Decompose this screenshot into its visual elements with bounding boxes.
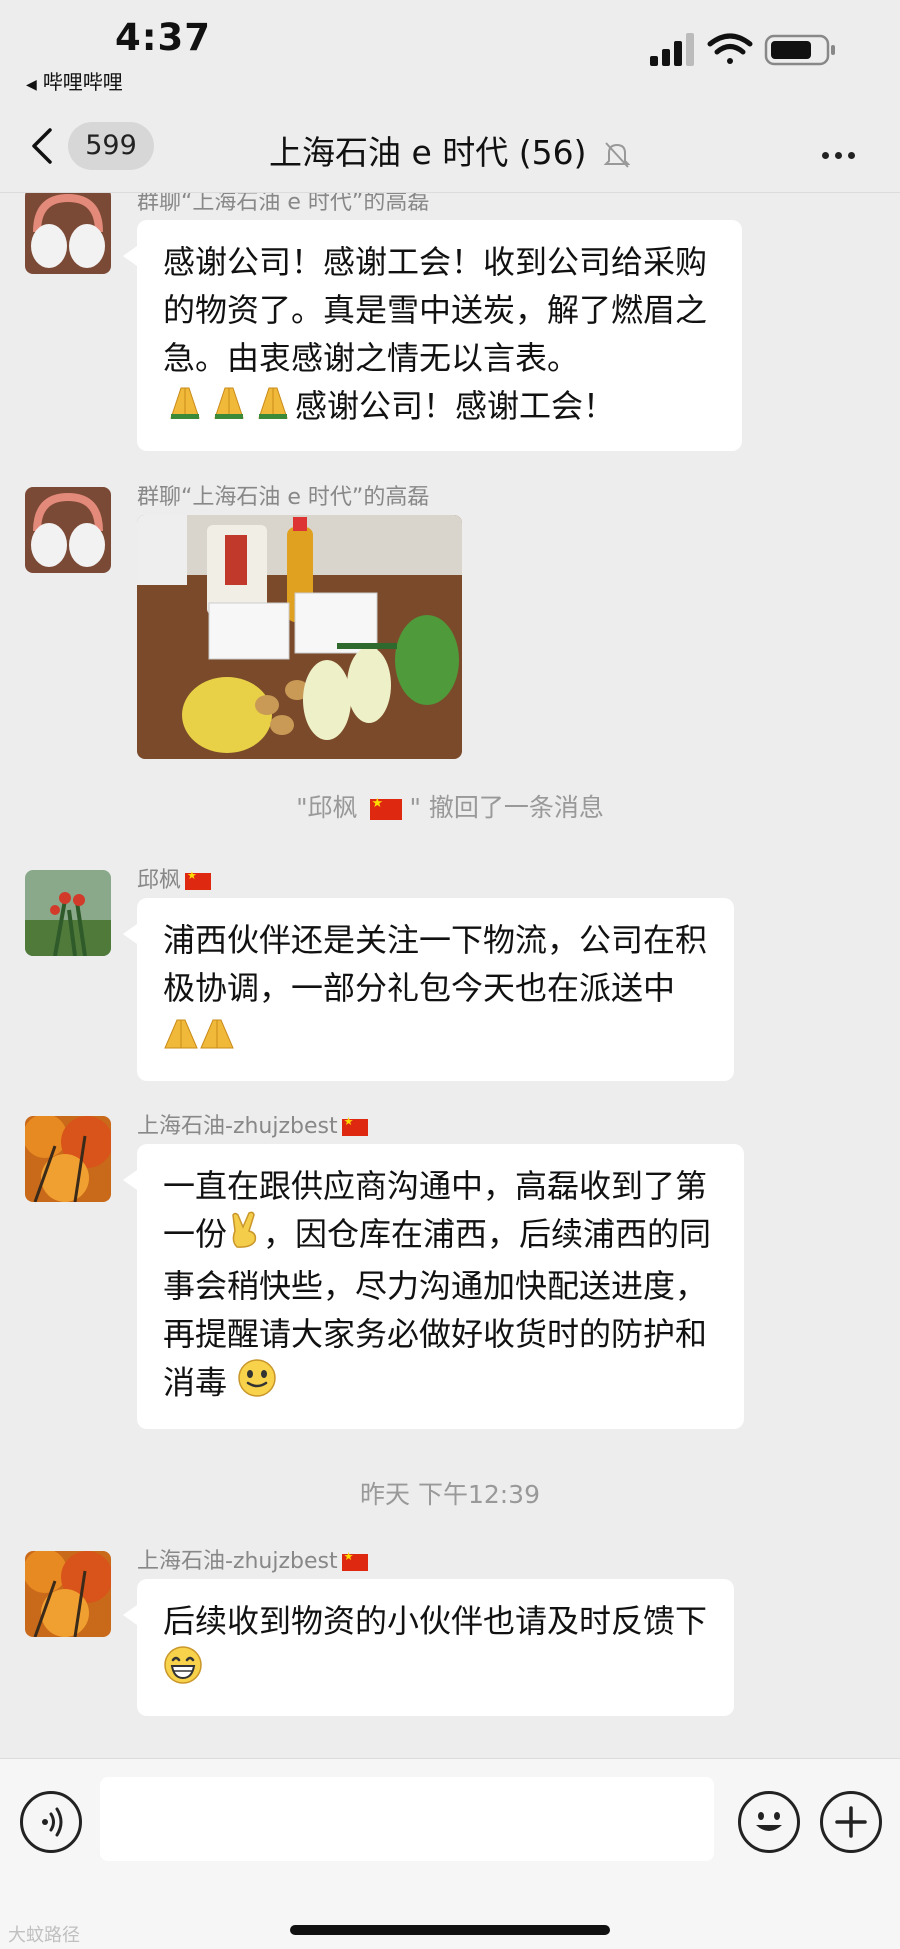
sender-name-row: 邱枫 [137, 862, 212, 894]
home-indicator[interactable] [290, 1925, 610, 1935]
china-flag-icon [341, 1115, 368, 1136]
autumn-tree-avatar-image [25, 1551, 111, 1637]
signal-icon [650, 33, 694, 66]
china-flag-icon [185, 869, 212, 890]
avatar-qiufeng[interactable] [25, 870, 111, 956]
chat-title-row: 上海石油 e 时代 (56) [0, 126, 900, 174]
avatar-gaolei[interactable] [25, 193, 111, 274]
avatar-gaolei[interactable] [25, 487, 111, 573]
china-flag-icon [341, 1550, 368, 1571]
wifi-icon [707, 33, 753, 64]
grinning-emoji-icon [163, 1645, 203, 1698]
watermark: 大蚊路径 [8, 1925, 80, 1946]
message-list[interactable]: 群聊“上海石油 e 时代”的高磊 感谢公司！感谢工会！收到公司给采购的物资了。真… [0, 193, 900, 1758]
system-status-icons [650, 33, 835, 66]
status-bar: 4:37 ◀ 哔哩哔哩 [0, 0, 900, 100]
message-bubble[interactable]: 一直在跟供应商沟通中，高磊收到了第一份 ，因仓库在浦西，后续浦西的同事会稍快些，… [123, 1144, 744, 1429]
message-bubble[interactable]: 感谢公司！感谢工会！收到公司给采购的物资了。真是雪中送炭，解了燃眉之急。由衷感谢… [123, 220, 742, 451]
message-text-tail: 感谢公司！感谢工会！ [295, 387, 616, 425]
sender-name: 上海石油-zhujzbest [137, 1549, 338, 1574]
chat-header: 599 上海石油 e 时代 (56) [0, 100, 900, 193]
sender-name: 群聊“上海石油 e 时代”的高磊 [137, 485, 430, 510]
recall-suffix: " 撤回了一条消息 [409, 793, 604, 822]
china-flag-icon [369, 796, 402, 820]
smiley-emoji-icon [237, 1358, 277, 1411]
sender-name-row: 上海石油-zhujzbest [137, 1108, 368, 1140]
more-options-icon[interactable] [822, 144, 862, 159]
voice-input-button[interactable] [20, 1791, 82, 1853]
smiley-face-icon [756, 1812, 782, 1831]
sender-name: 上海石油-zhujzbest [137, 1114, 338, 1139]
pray-hands-emoji-icon [163, 384, 295, 433]
plus-icon [835, 1806, 867, 1838]
sender-name: 邱枫 [137, 868, 182, 893]
groceries-photo[interactable] [137, 515, 462, 759]
avatar-zhujzbest[interactable] [25, 1551, 111, 1637]
autumn-tree-avatar-image [25, 1116, 111, 1202]
headphones-avatar-image [25, 193, 111, 274]
back-app-label: 哔哩哔哩 [42, 70, 123, 94]
battery-icon [764, 34, 835, 66]
message-text: 浦西伙伴还是关注一下物流，公司在积极协调，一部分礼包今天也在派送中 [163, 921, 708, 1007]
clock: 4:37 [115, 16, 212, 59]
sender-name-row: 上海石油-zhujzbest [137, 1543, 368, 1575]
message-bubble[interactable]: 后续收到物资的小伙伴也请及时反馈下 [123, 1579, 734, 1716]
message-bubble[interactable]: 浦西伙伴还是关注一下物流，公司在积极协调，一部分礼包今天也在派送中 [123, 898, 734, 1081]
sender-name: 群聊“上海石油 e 时代”的高磊 [137, 193, 430, 215]
back-to-app-link[interactable]: ◀ 哔哩哔哩 [26, 66, 123, 95]
emoji-button[interactable] [738, 1791, 800, 1853]
message-timestamp: 昨天 下午12:39 [360, 1480, 540, 1509]
recall-prefix: "邱枫 [296, 793, 358, 822]
pray-hands-emoji-icon [163, 1014, 235, 1063]
voice-icon [42, 1807, 63, 1837]
avatar-zhujzbest[interactable] [25, 1116, 111, 1202]
headphones-avatar-image [25, 487, 111, 573]
victory-hand-emoji-icon [227, 1211, 263, 1262]
recall-notice: "邱枫 " 撤回了一条消息 [0, 788, 900, 824]
more-functions-button[interactable] [820, 1791, 882, 1853]
flower-avatar-image [25, 870, 111, 956]
message-text: 感谢公司！感谢工会！收到公司给采购的物资了。真是雪中送炭，解了燃眉之急。由衷感谢… [163, 243, 708, 377]
message-input[interactable] [100, 1777, 714, 1861]
chat-title: 上海石油 e 时代 (56) [268, 133, 587, 172]
back-triangle-icon: ◀ [26, 77, 37, 93]
mute-bell-icon [603, 141, 631, 168]
message-text: 后续收到物资的小伙伴也请及时反馈下 [163, 1602, 708, 1640]
input-bar: 大蚊路径 [0, 1758, 900, 1949]
